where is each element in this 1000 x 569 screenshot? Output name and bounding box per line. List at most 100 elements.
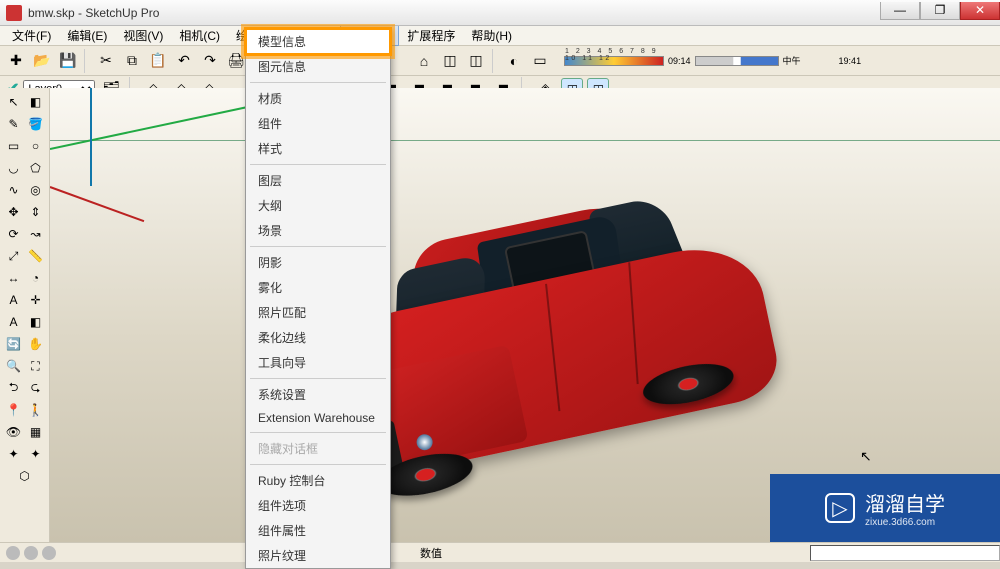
menu-item-preferences[interactable]: 系统设置 bbox=[246, 382, 390, 407]
line-icon[interactable]: ✎ bbox=[4, 114, 24, 134]
poly-icon[interactable]: ⬠ bbox=[26, 158, 46, 178]
menu-item-photo-textures[interactable]: 照片纹理 bbox=[246, 543, 390, 568]
axis-blue bbox=[90, 88, 92, 186]
model-icon[interactable]: ⌂ bbox=[412, 49, 436, 73]
move-icon[interactable]: ✥ bbox=[4, 202, 24, 222]
paint-icon[interactable]: 🪣 bbox=[26, 114, 46, 134]
menu-item-match-photo[interactable]: 照片匹配 bbox=[246, 300, 390, 325]
time-slider[interactable] bbox=[695, 56, 779, 66]
titlebar: bmw.skp - SketchUp Pro — ❐ ✕ bbox=[0, 0, 1000, 26]
menu-item-styles[interactable]: 样式 bbox=[246, 136, 390, 161]
followme-icon[interactable]: ↝ bbox=[26, 224, 46, 244]
text-icon[interactable]: A bbox=[4, 290, 24, 310]
bulb-icon[interactable]: ◐ bbox=[502, 49, 526, 73]
maximize-button[interactable]: ❐ bbox=[920, 2, 960, 20]
zoomext-icon[interactable]: ⛶ bbox=[26, 356, 46, 376]
tape-icon[interactable]: 📏 bbox=[26, 246, 46, 266]
measure-input[interactable] bbox=[810, 545, 1000, 561]
undo-icon[interactable]: ↶ bbox=[172, 49, 196, 73]
offset-icon[interactable]: ◎ bbox=[26, 180, 46, 200]
menu-item-materials[interactable]: 材质 bbox=[246, 86, 390, 111]
menu-separator bbox=[250, 432, 386, 433]
menu-item-component-options[interactable]: 组件选项 bbox=[246, 493, 390, 518]
ext2-icon[interactable]: ✦ bbox=[26, 444, 46, 464]
menu-item-model-info[interactable]: 模型信息 bbox=[246, 29, 390, 54]
status-signin-icon[interactable] bbox=[42, 546, 56, 560]
watermark-play-icon: ▷ bbox=[825, 493, 855, 523]
horizon-line bbox=[50, 140, 1000, 141]
look-icon[interactable]: 👁 bbox=[4, 422, 24, 442]
scale-icon[interactable]: ⤢ bbox=[4, 246, 24, 266]
arc-icon[interactable]: ◡ bbox=[4, 158, 24, 178]
status-credit-icon[interactable] bbox=[24, 546, 38, 560]
dim-icon[interactable]: ↔ bbox=[4, 268, 24, 288]
status-geo-icon[interactable] bbox=[6, 546, 20, 560]
axis-red bbox=[50, 186, 144, 222]
menu-item-component-attributes[interactable]: 组件属性 bbox=[246, 518, 390, 543]
copy-icon[interactable]: ⧉ bbox=[120, 49, 144, 73]
page-icon[interactable]: ▭ bbox=[528, 49, 552, 73]
section-icon[interactable]: ◧ bbox=[26, 312, 46, 332]
walk-icon[interactable]: 🚶 bbox=[26, 400, 46, 420]
menu-file[interactable]: 文件(F) bbox=[4, 25, 59, 46]
watermark-main: 溜溜自学 bbox=[865, 494, 945, 516]
measure-label: 数值 bbox=[420, 545, 442, 561]
menu-item-soften[interactable]: 柔化边线 bbox=[246, 325, 390, 350]
prev-icon[interactable]: ⮌ bbox=[4, 378, 24, 398]
next-icon[interactable]: ⮎ bbox=[26, 378, 46, 398]
protractor-icon[interactable]: ◔ bbox=[26, 268, 46, 288]
menu-item-ruby-console[interactable]: Ruby 控制台 bbox=[246, 468, 390, 493]
toolbar-main: ✚ 📂 💾 ✂ ⧉ 📋 ↶ ↷ 🖨 ⌂ ◫ ◫ ◐ ▭ 1 2 3 4 5 6 … bbox=[0, 46, 1000, 76]
separator bbox=[84, 49, 90, 73]
minimize-button[interactable]: — bbox=[880, 2, 920, 20]
menu-camera[interactable]: 相机(C) bbox=[171, 25, 228, 46]
menu-item-extension-warehouse[interactable]: Extension Warehouse bbox=[246, 407, 390, 429]
date-slider[interactable]: 1 2 3 4 5 6 7 8 9 10 11 12 bbox=[564, 56, 664, 66]
menu-item-layers[interactable]: 图层 bbox=[246, 168, 390, 193]
menu-item-fog[interactable]: 雾化 bbox=[246, 275, 390, 300]
rotate-icon[interactable]: ⟳ bbox=[4, 224, 24, 244]
menu-item-shadows[interactable]: 阴影 bbox=[246, 250, 390, 275]
time-left-label: 09:14 bbox=[668, 56, 691, 66]
sandbox-icon[interactable]: ▦ bbox=[26, 422, 46, 442]
menu-help[interactable]: 帮助(H) bbox=[463, 25, 520, 46]
cube-icon[interactable]: ◫ bbox=[438, 49, 462, 73]
3dtext-icon[interactable]: A bbox=[4, 312, 24, 332]
eraser-icon[interactable]: ◧ bbox=[26, 92, 46, 112]
cube2-icon[interactable]: ◫ bbox=[464, 49, 488, 73]
new-icon[interactable]: ✚ bbox=[4, 49, 28, 73]
window-controls: — ❐ ✕ bbox=[880, 6, 1000, 20]
position-icon[interactable]: 📍 bbox=[4, 400, 24, 420]
menu-separator bbox=[250, 464, 386, 465]
axes-icon[interactable]: ✛ bbox=[26, 290, 46, 310]
ext3-icon[interactable]: ⬡ bbox=[15, 466, 35, 486]
cut-icon[interactable]: ✂ bbox=[94, 49, 118, 73]
circle-icon[interactable]: ○ bbox=[26, 136, 46, 156]
ext1-icon[interactable]: ✦ bbox=[4, 444, 24, 464]
open-icon[interactable]: 📂 bbox=[30, 49, 54, 73]
shadow-controls: 1 2 3 4 5 6 7 8 9 10 11 12 09:14 中午 19:4… bbox=[564, 54, 861, 67]
menu-item-entity-info[interactable]: 图元信息 bbox=[246, 54, 390, 79]
app-icon bbox=[6, 5, 22, 21]
pushpull-icon[interactable]: ⇕ bbox=[26, 202, 46, 222]
menu-item-components[interactable]: 组件 bbox=[246, 111, 390, 136]
select-icon[interactable]: ↖ bbox=[4, 92, 24, 112]
window-menu-dropdown: 模型信息 图元信息 材质 组件 样式 图层 大纲 场景 阴影 雾化 照片匹配 柔… bbox=[245, 28, 391, 569]
zoom-icon[interactable]: 🔍 bbox=[4, 356, 24, 376]
close-button[interactable]: ✕ bbox=[960, 2, 1000, 20]
menu-view[interactable]: 视图(V) bbox=[115, 25, 171, 46]
month-labels: 1 2 3 4 5 6 7 8 9 10 11 12 bbox=[565, 48, 663, 62]
menu-item-scenes[interactable]: 场景 bbox=[246, 218, 390, 243]
orbit-icon[interactable]: 🔄 bbox=[4, 334, 24, 354]
rect-icon[interactable]: ▭ bbox=[4, 136, 24, 156]
menu-extensions[interactable]: 扩展程序 bbox=[399, 25, 463, 46]
menu-item-outliner[interactable]: 大纲 bbox=[246, 193, 390, 218]
pan-icon[interactable]: ✋ bbox=[26, 334, 46, 354]
save-icon[interactable]: 💾 bbox=[56, 49, 80, 73]
redo-icon[interactable]: ↷ bbox=[198, 49, 222, 73]
menu-item-instructor[interactable]: 工具向导 bbox=[246, 350, 390, 375]
paste-icon[interactable]: 📋 bbox=[146, 49, 170, 73]
menu-edit[interactable]: 编辑(E) bbox=[59, 25, 115, 46]
freehand-icon[interactable]: ∿ bbox=[4, 180, 24, 200]
menu-separator bbox=[250, 82, 386, 83]
